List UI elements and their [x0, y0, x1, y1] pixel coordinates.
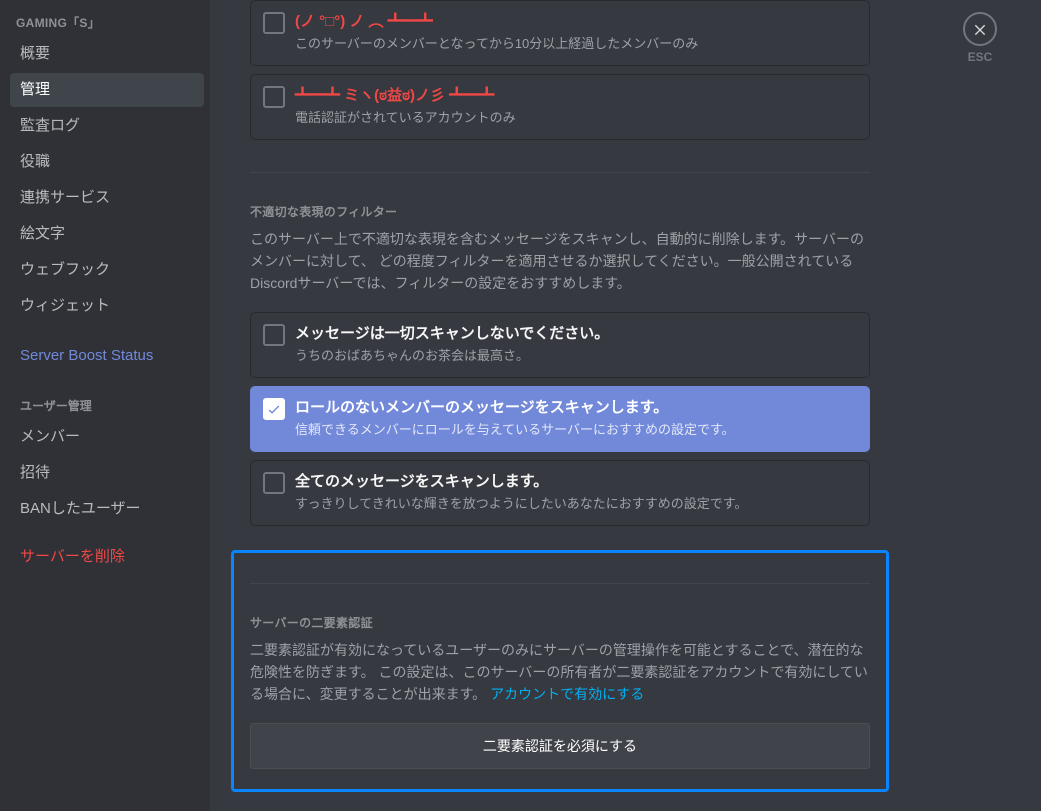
filter-option-none[interactable]: メッセージは一切スキャンしないでください。 うちのおばあちゃんのお茶会は最高さ。 [250, 312, 870, 378]
sidebar-item-roles[interactable]: 役職 [10, 145, 204, 179]
twofa-enable-account-link[interactable]: アカウントで有効にする [490, 686, 644, 702]
main-content-area: (ノ °□°) ノ ︵ ┻━┻ このサーバーのメンバーとなってから10分以上経過… [210, 0, 1041, 811]
esc-label: ESC [963, 50, 997, 64]
sidebar-item-delete-server[interactable]: サーバーを削除 [10, 540, 204, 574]
twofa-section-focused: サーバーの二要素認証 二要素認証が有効になっているユーザーのみにサーバーの管理操… [231, 550, 889, 792]
option-description: すっきりしてきれいな輝きを放つようにしたいあなたにおすすめの設定です。 [295, 495, 857, 513]
checkbox-icon [263, 12, 285, 34]
sidebar-item-boost-status[interactable]: Server Boost Status [10, 339, 204, 373]
sidebar-item-invites[interactable]: 招待 [10, 456, 204, 490]
sidebar-item-moderation[interactable]: 管理 [10, 73, 204, 107]
twofa-description: 二要素認証が有効になっているユーザーのみにサーバーの管理操作を可能とすることで、… [250, 639, 870, 705]
checkbox-icon [263, 86, 285, 108]
checkbox-checked-icon [263, 398, 285, 420]
sidebar-item-webhooks[interactable]: ウェブフック [10, 253, 204, 287]
twofa-heading: サーバーの二要素認証 [250, 614, 870, 631]
option-title: ロールのないメンバーのメッセージをスキャンします。 [295, 397, 857, 419]
checkbox-icon [263, 324, 285, 346]
option-title: メッセージは一切スキャンしないでください。 [295, 323, 857, 345]
option-title: ┻━┻ ミヽ(ಠ益ಠ)ノ彡 ┻━┻ [295, 85, 857, 107]
sidebar-item-members[interactable]: メンバー [10, 420, 204, 454]
explicit-filter-description: このサーバー上で不適切な表現を含むメッセージをスキャンし、自動的に削除します。サ… [250, 228, 870, 294]
filter-option-all[interactable]: 全てのメッセージをスキャンします。 すっきりしてきれいな輝きを放つようにしたいあ… [250, 460, 870, 526]
require-twofa-button[interactable]: 二要素認証を必須にする [250, 723, 870, 769]
explicit-filter-heading: 不適切な表現のフィルター [250, 203, 870, 220]
option-description: このサーバーのメンバーとなってから10分以上経過したメンバーのみ [295, 35, 857, 53]
sidebar-section-user-management: ユーザー管理 [10, 375, 204, 420]
sidebar-item-bans[interactable]: BANしたユーザー [10, 492, 204, 526]
section-divider [250, 172, 870, 173]
sidebar-item-overview[interactable]: 概要 [10, 37, 204, 71]
checkbox-icon [263, 472, 285, 494]
option-description: うちのおばあちゃんのお茶会は最高さ。 [295, 347, 857, 365]
sidebar-item-audit-log[interactable]: 監査ログ [10, 109, 204, 143]
option-title: (ノ °□°) ノ ︵ ┻━┻ [295, 11, 857, 33]
verification-option-highest[interactable]: ┻━┻ ミヽ(ಠ益ಠ)ノ彡 ┻━┻ 電話認証がされているアカウントのみ [250, 74, 870, 140]
sidebar-item-widget[interactable]: ウィジェット [10, 289, 204, 323]
sidebar-header: GAMING「S」 [10, 10, 204, 37]
option-description: 信頼できるメンバーにロールを与えているサーバーにおすすめの設定です。 [295, 421, 857, 439]
option-description: 電話認証がされているアカウントのみ [295, 109, 857, 127]
close-button[interactable]: ESC [963, 12, 997, 64]
verification-option-high[interactable]: (ノ °□°) ノ ︵ ┻━┻ このサーバーのメンバーとなってから10分以上経過… [250, 0, 870, 66]
filter-option-no-role[interactable]: ロールのないメンバーのメッセージをスキャンします。 信頼できるメンバーにロールを… [250, 386, 870, 452]
option-title: 全てのメッセージをスキャンします。 [295, 471, 857, 493]
sidebar-item-emoji[interactable]: 絵文字 [10, 217, 204, 251]
close-icon [963, 12, 997, 46]
sidebar-item-integrations[interactable]: 連携サービス [10, 181, 204, 215]
section-divider [250, 583, 870, 584]
settings-sidebar: GAMING「S」 概要 管理 監査ログ 役職 連携サービス 絵文字 ウェブフッ… [0, 0, 210, 811]
